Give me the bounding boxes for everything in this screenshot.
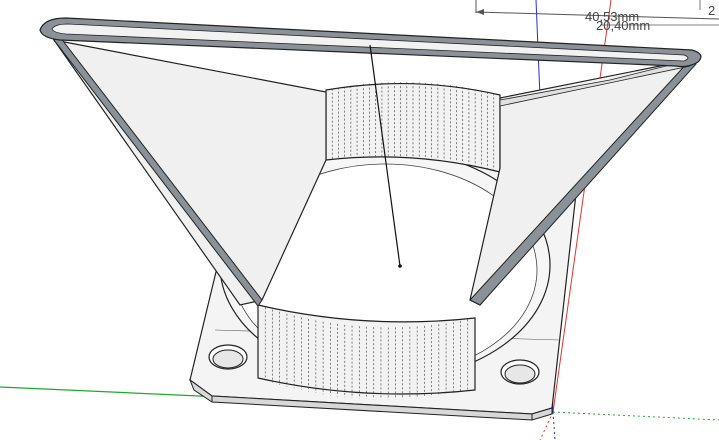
mounting-hole-bottom-left[interactable]	[208, 344, 248, 370]
model-scene[interactable]: 40,53mm 20,40mm 2	[0, 0, 719, 440]
model-viewport[interactable]: 40,53mm 20,40mm 2	[0, 0, 719, 440]
mounting-hole-bottom-right[interactable]	[500, 359, 540, 385]
axis-blue-dotted	[552, 411, 556, 440]
dimension-label-2: 20,40mm	[596, 18, 650, 33]
axis-green-dotted	[552, 411, 719, 421]
dimension-20-40[interactable]: 20,40mm	[596, 18, 719, 33]
dimension-label-3: 2	[708, 3, 715, 18]
strut-right[interactable]	[469, 59, 697, 306]
dimension-partial[interactable]: 2	[699, 0, 715, 18]
